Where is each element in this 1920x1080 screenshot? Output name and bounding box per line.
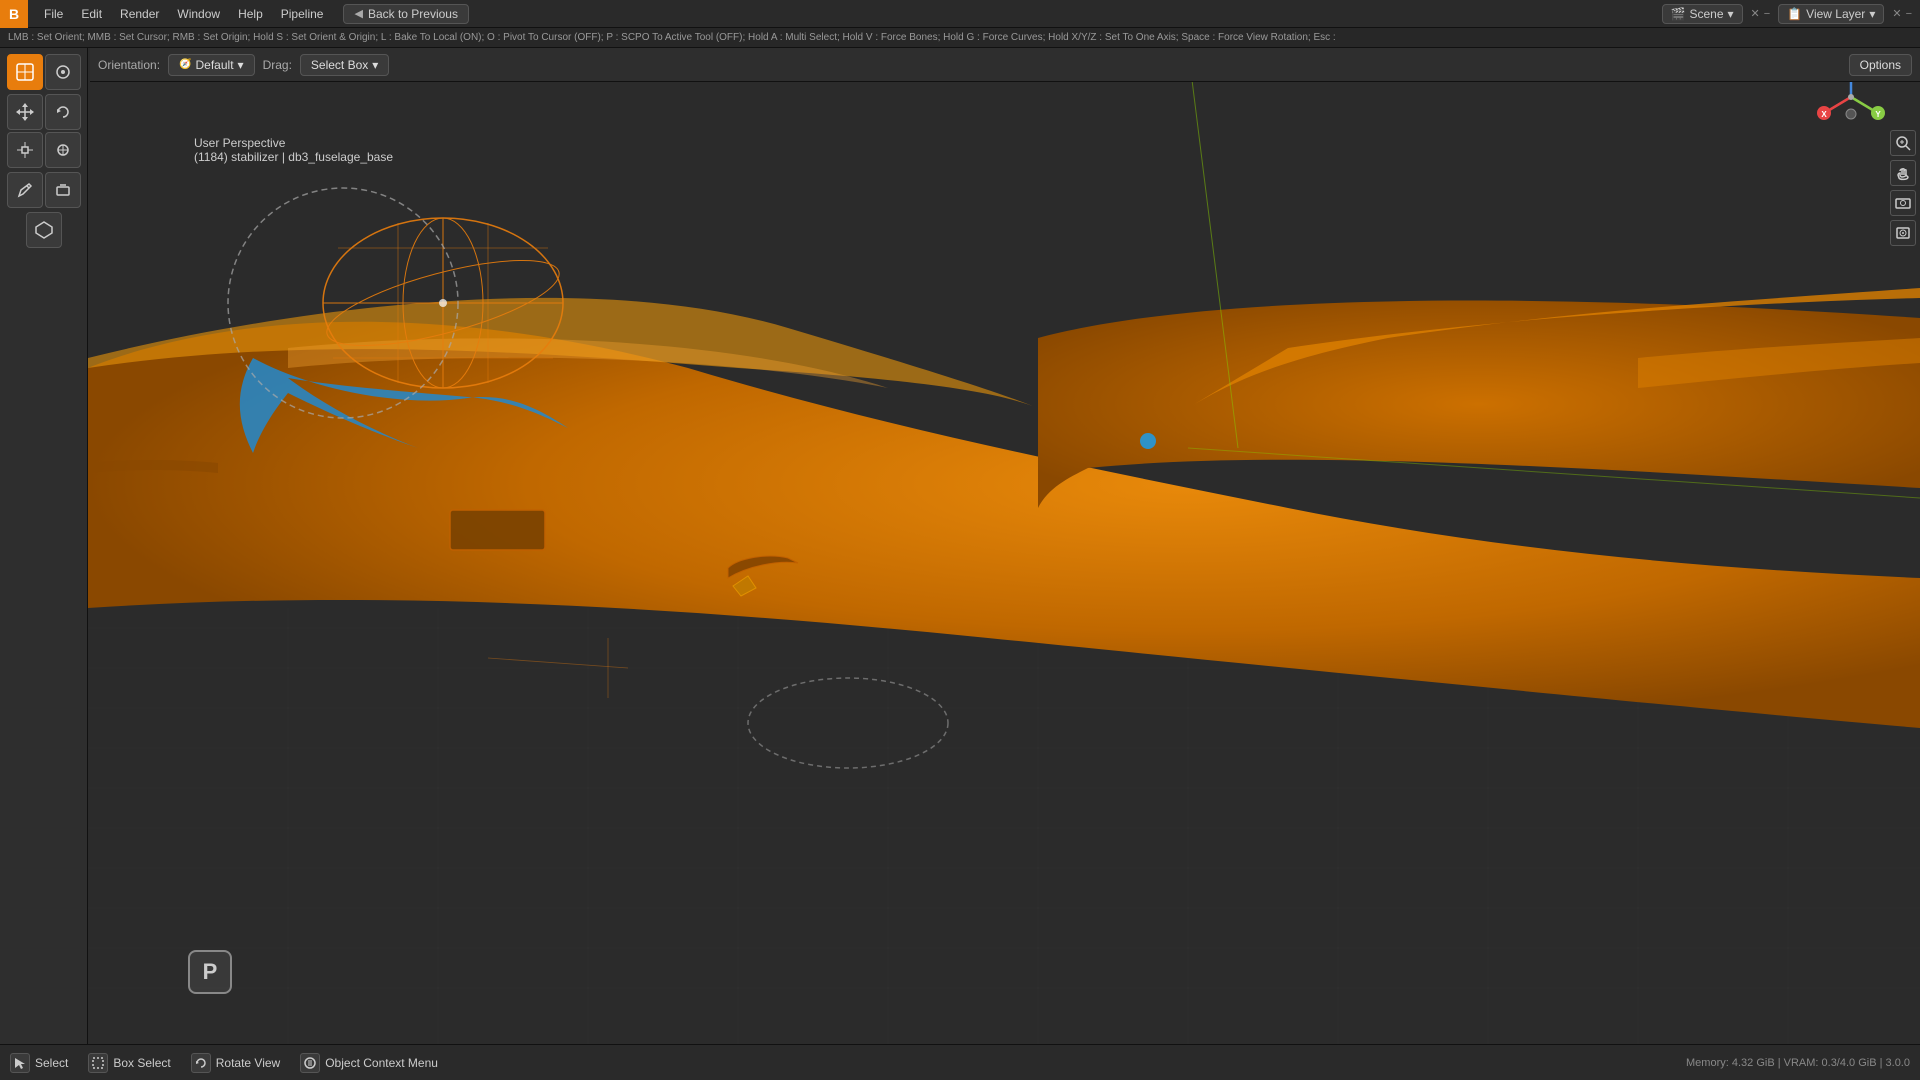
tool-group-measure	[26, 212, 62, 248]
viewlayer-min-icon[interactable]: −	[1906, 8, 1912, 20]
transform-icon	[54, 141, 72, 159]
zoom-icon-button[interactable]	[1890, 130, 1916, 156]
menu-items: File Edit Render Window Help Pipeline	[28, 5, 339, 23]
svg-text:Y: Y	[1875, 110, 1881, 119]
box-select-item[interactable]: Box Select	[88, 1053, 170, 1073]
rotate-view-item[interactable]: Rotate View	[191, 1053, 280, 1073]
window-min-icon[interactable]: −	[1764, 8, 1770, 20]
rotate-view-icon	[191, 1053, 211, 1073]
header-toolbar: Orientation: 🧭 Default ▾ Drag: Select Bo…	[90, 48, 1920, 82]
viewlayer-chevron: ▾	[1869, 7, 1875, 21]
3d-scene	[88, 48, 1920, 1044]
orientation-icon: 🧭	[179, 59, 191, 70]
menu-render[interactable]: Render	[112, 5, 167, 23]
grab-icon-button[interactable]	[1890, 160, 1916, 186]
zoom-icon	[1895, 135, 1911, 151]
left-toolbar	[0, 48, 88, 1044]
grab-icon	[1895, 165, 1911, 181]
shortcut-text: LMB : Set Orient; MMB : Set Cursor; RMB …	[8, 32, 1336, 43]
scene-dropdown[interactable]: 🎬 Scene ▾	[1662, 4, 1743, 24]
tool-pair-move	[7, 94, 81, 130]
annotate2-tool-button[interactable]	[45, 172, 81, 208]
drag-chevron: ▾	[372, 58, 378, 72]
annotate2-icon	[54, 181, 72, 199]
measure-icon	[34, 220, 54, 240]
memory-status: Memory: 4.32 GiB | VRAM: 0.3/4.0 GiB | 3…	[1686, 1057, 1910, 1069]
viewlayer-icon: 📋	[1787, 7, 1802, 21]
annotate-icon	[15, 180, 35, 200]
playback-icon[interactable]: P	[188, 950, 232, 994]
blender-logo: B	[0, 0, 28, 28]
tool-pair-annotate	[7, 172, 81, 208]
viewport[interactable]: User Perspective (1184) stabilizer | db3…	[88, 48, 1920, 1044]
menu-help[interactable]: Help	[230, 5, 271, 23]
tool-group-transform	[7, 94, 81, 168]
viewlayer-label: View Layer	[1806, 7, 1865, 21]
render-icon	[1895, 225, 1911, 241]
scale-icon	[15, 140, 35, 160]
cursor-icon	[54, 63, 72, 81]
window-close-icon[interactable]: ✕	[1751, 7, 1760, 20]
menu-file[interactable]: File	[36, 5, 71, 23]
context-menu-icon	[300, 1053, 320, 1073]
select-mode-icon	[10, 1053, 30, 1073]
scale-tool-button[interactable]	[7, 132, 43, 168]
tool-group-annotate	[7, 172, 81, 208]
scene-icon: 🎬	[1671, 7, 1686, 21]
tool-pair-scale	[7, 132, 81, 168]
move-icon	[15, 102, 35, 122]
scene-label: Scene	[1689, 7, 1723, 21]
viewlayer-dropdown[interactable]: 📋 View Layer ▾	[1778, 4, 1884, 24]
box-select-status-icon	[91, 1056, 105, 1070]
menu-edit[interactable]: Edit	[73, 5, 110, 23]
cursor-select-icon	[15, 62, 35, 82]
transform-tool-button[interactable]	[45, 132, 81, 168]
scene-view-icon-button[interactable]	[1890, 190, 1916, 216]
menu-pipeline[interactable]: Pipeline	[273, 5, 332, 23]
top-menubar: B File Edit Render Window Help Pipeline …	[0, 0, 1920, 28]
drag-label: Drag:	[263, 58, 292, 72]
shortcut-bar: LMB : Set Orient; MMB : Set Cursor; RMB …	[0, 28, 1920, 48]
back-to-previous-label: Back to Previous	[368, 7, 458, 21]
context-menu-status-icon	[303, 1056, 317, 1070]
move-tool-button[interactable]	[7, 94, 43, 130]
select-cursor-status-icon	[13, 1056, 27, 1070]
select-mode-item[interactable]: Select	[10, 1053, 68, 1073]
back-to-previous-button[interactable]: ◀ Back to Previous	[343, 4, 469, 24]
top-right-controls: 🎬 Scene ▾ ✕ − 📋 View Layer ▾ ✕ −	[1662, 4, 1920, 24]
rotate-view-label: Rotate View	[216, 1056, 280, 1070]
drag-value: Select Box	[311, 58, 368, 72]
select-cursor-button[interactable]	[45, 54, 81, 90]
orientation-value: Default	[196, 58, 234, 72]
render-icon-button[interactable]	[1890, 220, 1916, 246]
orientation-chevron: ▾	[238, 58, 244, 72]
tool-pair-select	[7, 54, 81, 90]
measure-tool-button[interactable]	[26, 212, 62, 248]
orientation-dropdown[interactable]: 🧭 Default ▾	[168, 54, 255, 76]
select-label: Select	[35, 1056, 68, 1070]
rotate-view-status-icon	[194, 1056, 208, 1070]
box-select-label: Box Select	[113, 1056, 170, 1070]
drag-dropdown[interactable]: Select Box ▾	[300, 54, 389, 76]
rotate-icon	[54, 103, 72, 121]
menu-window[interactable]: Window	[169, 5, 228, 23]
scene-view-icon	[1895, 195, 1911, 211]
viewlayer-close-icon[interactable]: ✕	[1892, 7, 1901, 20]
options-button[interactable]: Options	[1849, 54, 1912, 76]
status-bar: Select Box Select Rotate View Objec	[0, 1044, 1920, 1080]
right-sidebar	[1890, 130, 1916, 246]
context-menu-label: Object Context Menu	[325, 1056, 438, 1070]
select-tool-button[interactable]	[7, 54, 43, 90]
tool-group-select	[7, 54, 81, 90]
scene-chevron: ▾	[1728, 7, 1734, 21]
context-menu-item[interactable]: Object Context Menu	[300, 1053, 438, 1073]
box-select-icon	[88, 1053, 108, 1073]
svg-text:X: X	[1821, 110, 1827, 119]
rotate-tool-button[interactable]	[45, 94, 81, 130]
orientation-label: Orientation:	[98, 58, 160, 72]
annotate-tool-button[interactable]	[7, 172, 43, 208]
back-arrow-icon: ◀	[354, 7, 362, 20]
